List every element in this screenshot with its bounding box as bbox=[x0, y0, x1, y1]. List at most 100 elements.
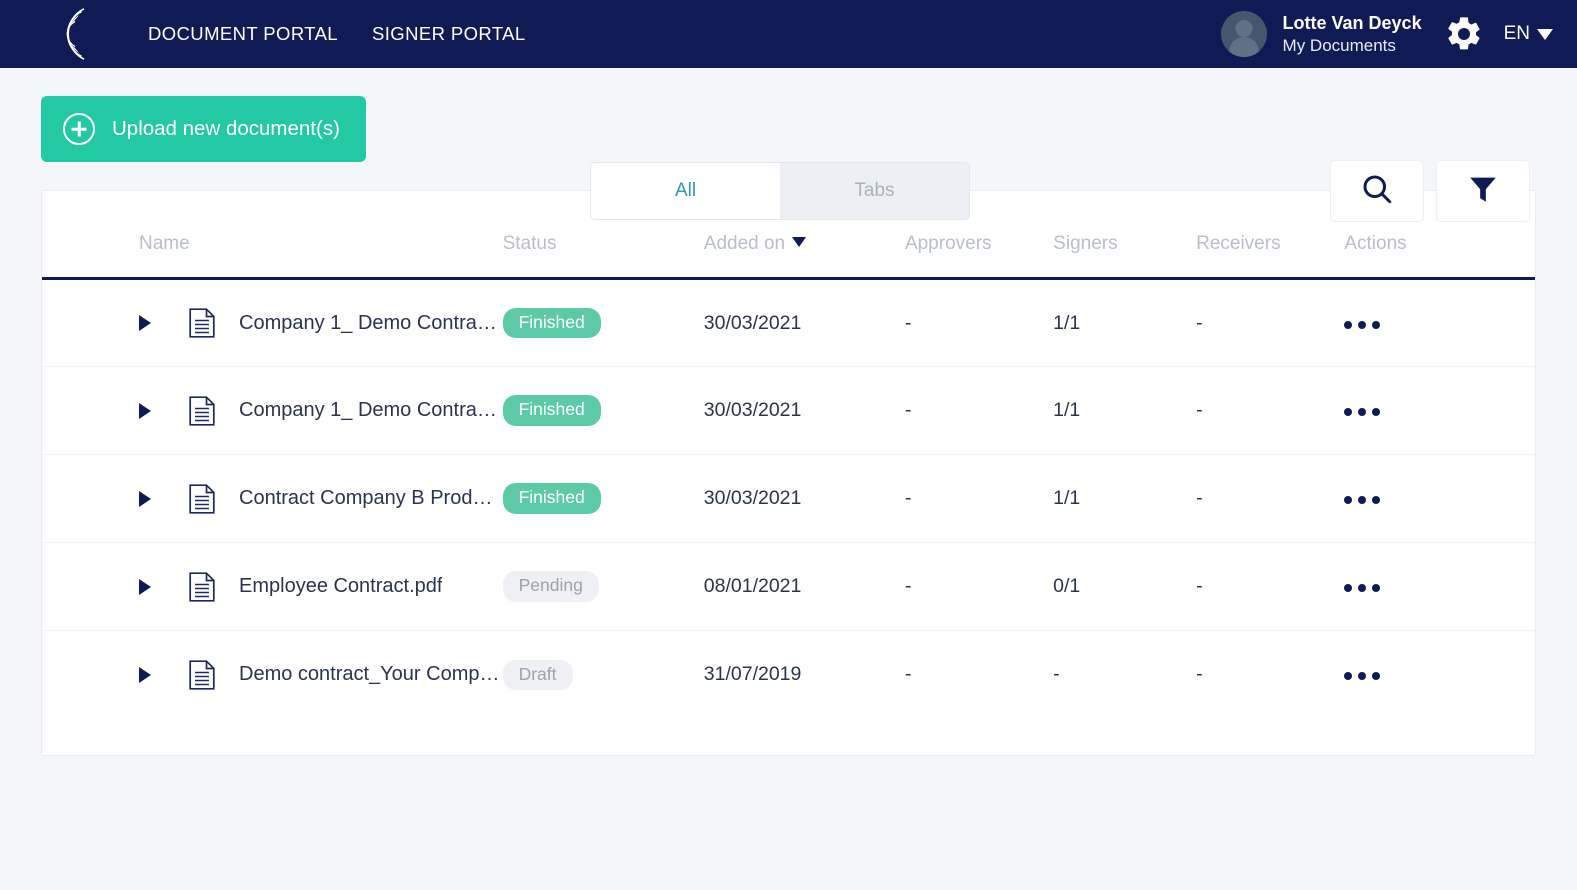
nav-link-document-portal[interactable]: DOCUMENT PORTAL bbox=[148, 23, 338, 45]
filter-button[interactable] bbox=[1436, 160, 1530, 222]
user-info[interactable]: Lotte Van Deyck My Documents bbox=[1283, 12, 1422, 56]
cell-receivers: - bbox=[1196, 575, 1203, 597]
cell-approvers: - bbox=[904, 663, 912, 686]
cell-status: Draft bbox=[502, 631, 704, 719]
cell-actions bbox=[1344, 631, 1535, 719]
cell-status: Pending bbox=[502, 543, 704, 631]
cell-approvers: - bbox=[904, 311, 912, 334]
cell-receivers: - bbox=[1196, 399, 1203, 421]
user-name: Lotte Van Deyck bbox=[1282, 13, 1422, 34]
avatar-body bbox=[1228, 37, 1259, 57]
document-icon bbox=[189, 395, 215, 426]
cell-name: Contract Company B Product Y.pdf bbox=[42, 455, 503, 543]
cell-name: Employee Contract.pdf bbox=[42, 543, 503, 631]
table-row[interactable]: Contract Company B Product Y.pdfFinished… bbox=[42, 455, 1535, 543]
view-mode-toggle: All Tabs bbox=[590, 162, 970, 220]
cell-approvers: - bbox=[904, 575, 912, 597]
cell-actions bbox=[1344, 367, 1535, 455]
top-navigation-bar: DOCUMENT PORTAL SIGNER PORTAL Lotte Van … bbox=[0, 0, 1577, 68]
row-expand-toggle[interactable] bbox=[139, 666, 151, 683]
cell-added-on: 30/03/2021 bbox=[703, 487, 802, 509]
table-row[interactable]: Demo contract_Your Company na···Draft 31/… bbox=[42, 631, 1535, 719]
primary-nav: DOCUMENT PORTAL SIGNER PORTAL bbox=[148, 23, 526, 45]
row-expand-toggle[interactable] bbox=[139, 315, 151, 331]
table-row[interactable]: Company 1_ Demo Contract Y.pdfFinished 30… bbox=[42, 279, 1535, 367]
row-actions-menu-button[interactable] bbox=[1344, 408, 1381, 416]
ellipsis-icon bbox=[1344, 496, 1381, 504]
row-actions-menu-button[interactable] bbox=[1344, 496, 1381, 504]
cell-actions bbox=[1344, 455, 1535, 543]
status-badge: Finished bbox=[502, 483, 601, 514]
tab-tabs[interactable]: Tabs bbox=[780, 163, 969, 219]
documents-table: Name Status Added on Approvers Signers R… bbox=[42, 191, 1535, 719]
document-icon bbox=[189, 308, 215, 338]
gear-icon[interactable] bbox=[1444, 14, 1484, 54]
connective-c-logo[interactable] bbox=[32, 3, 94, 65]
cell-name: Company 1_ Demo Contract X.pdf bbox=[42, 367, 503, 455]
status-badge: Finished bbox=[502, 395, 601, 426]
toolbar-actions bbox=[1330, 160, 1530, 222]
chevron-down-icon bbox=[1537, 28, 1553, 40]
cell-status: Finished bbox=[502, 279, 704, 367]
column-header-added-on-label: Added on bbox=[703, 233, 786, 254]
cell-name: Demo contract_Your Company na··· bbox=[42, 631, 503, 719]
search-icon bbox=[1359, 171, 1395, 212]
language-label: EN bbox=[1503, 23, 1530, 44]
row-actions-menu-button[interactable] bbox=[1344, 672, 1381, 681]
column-header-receivers[interactable]: Receivers bbox=[1196, 191, 1345, 280]
avatar-head bbox=[1235, 20, 1253, 37]
document-name[interactable]: Company 1_ Demo Contract Y.pdf bbox=[239, 312, 503, 335]
cell-signers: 1/1 bbox=[1053, 311, 1081, 334]
table-row[interactable]: Employee Contract.pdf Pending 08/01/2021 - 0… bbox=[42, 543, 1535, 631]
document-name[interactable]: Demo contract_Your Company na··· bbox=[239, 663, 503, 686]
tab-all[interactable]: All bbox=[591, 163, 780, 219]
ellipsis-icon bbox=[1344, 320, 1381, 329]
status-badge: Pending bbox=[502, 571, 599, 602]
language-selector[interactable]: EN bbox=[1504, 23, 1553, 45]
search-button[interactable] bbox=[1330, 160, 1424, 222]
ellipsis-icon bbox=[1344, 408, 1381, 416]
status-badge: Draft bbox=[502, 659, 573, 690]
row-expand-toggle[interactable] bbox=[139, 402, 151, 419]
ellipsis-icon bbox=[1344, 672, 1381, 681]
cell-added-on: 08/01/2021 bbox=[703, 575, 802, 597]
avatar[interactable] bbox=[1220, 11, 1267, 57]
cell-signers: 1/1 bbox=[1053, 487, 1081, 509]
cell-signers: - bbox=[1053, 663, 1060, 686]
cell-receivers: - bbox=[1196, 663, 1203, 686]
ellipsis-icon bbox=[1344, 584, 1381, 592]
cell-actions bbox=[1344, 543, 1535, 631]
status-badge: Finished bbox=[502, 307, 601, 339]
column-header-signers[interactable]: Signers bbox=[1053, 191, 1197, 280]
documents-table-card: Name Status Added on Approvers Signers R… bbox=[41, 190, 1536, 756]
table-row[interactable]: Company 1_ Demo Contract X.pdfFinished 30… bbox=[42, 367, 1535, 455]
row-actions-menu-button[interactable] bbox=[1344, 584, 1381, 592]
plus-circle-icon bbox=[63, 113, 95, 145]
cell-name: Company 1_ Demo Contract Y.pdf bbox=[42, 279, 503, 367]
user-context-label: My Documents bbox=[1282, 35, 1396, 55]
row-actions-menu-button[interactable] bbox=[1344, 320, 1381, 329]
document-icon bbox=[189, 483, 215, 514]
row-expand-toggle[interactable] bbox=[139, 490, 151, 507]
column-header-name[interactable]: Name bbox=[42, 191, 503, 280]
row-expand-toggle[interactable] bbox=[139, 578, 151, 595]
page-toolbar: Upload new document(s) All Tabs bbox=[0, 68, 1577, 222]
cell-approvers: - bbox=[904, 487, 912, 509]
cell-receivers: - bbox=[1196, 311, 1203, 334]
document-icon bbox=[189, 660, 215, 690]
upload-new-documents-button[interactable]: Upload new document(s) bbox=[41, 96, 366, 162]
sort-descending-icon bbox=[792, 237, 807, 247]
cell-approvers: - bbox=[904, 399, 912, 421]
nav-link-signer-portal[interactable]: SIGNER PORTAL bbox=[372, 23, 526, 45]
cell-signers: 1/1 bbox=[1053, 399, 1081, 421]
table-body: Company 1_ Demo Contract Y.pdfFinished30… bbox=[42, 279, 1535, 719]
document-name[interactable]: Contract Company B Product Y.pdf bbox=[239, 487, 503, 510]
cell-added-on: 30/03/2021 bbox=[703, 399, 802, 421]
document-name[interactable]: Company 1_ Demo Contract X.pdf bbox=[239, 399, 503, 422]
cell-signers: 0/1 bbox=[1053, 575, 1081, 597]
cell-receivers: - bbox=[1196, 487, 1203, 509]
document-name[interactable]: Employee Contract.pdf bbox=[239, 575, 442, 598]
upload-button-label: Upload new document(s) bbox=[112, 117, 340, 140]
document-icon bbox=[189, 571, 215, 602]
cell-actions bbox=[1344, 279, 1535, 367]
